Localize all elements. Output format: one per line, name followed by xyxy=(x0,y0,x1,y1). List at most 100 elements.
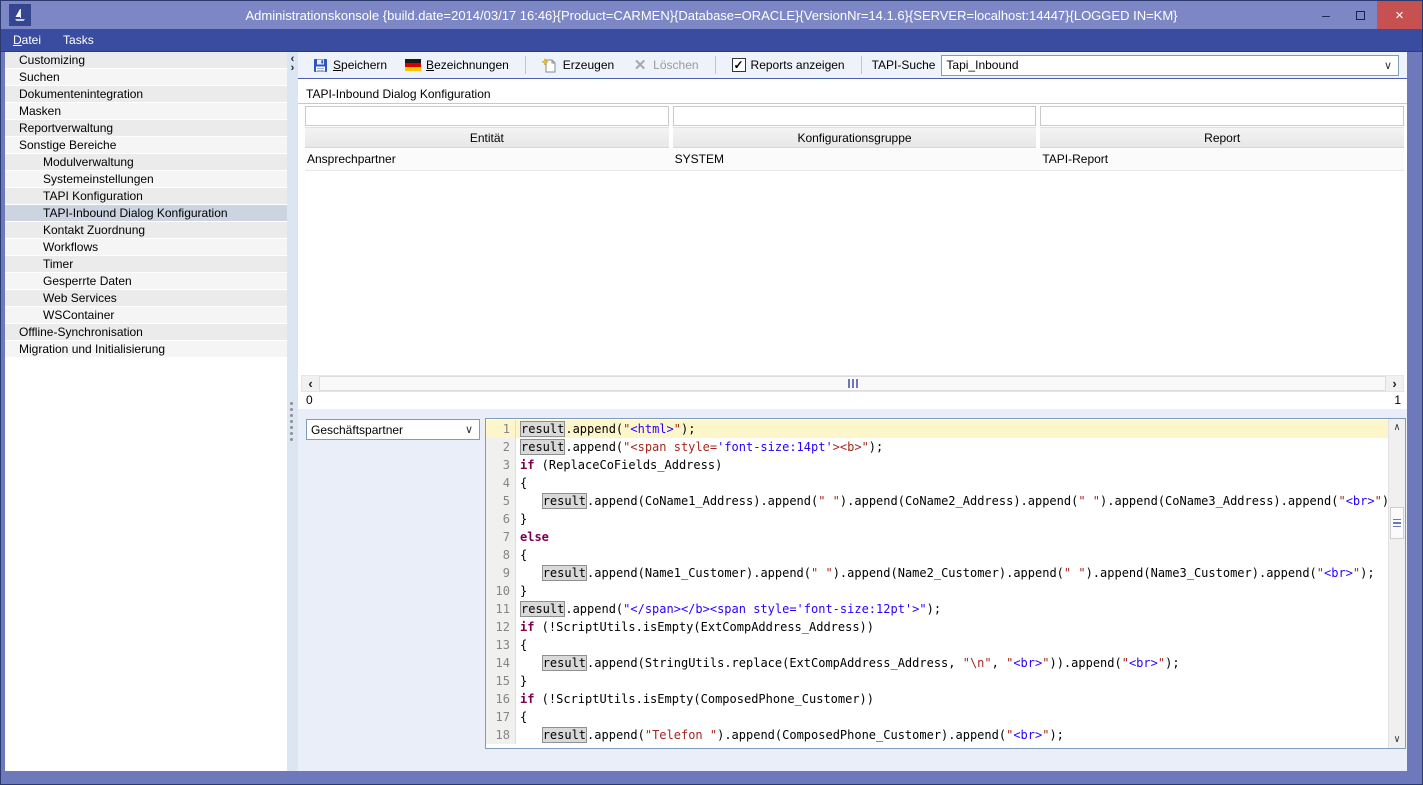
line-number: 14 xyxy=(486,654,516,672)
editor-line[interactable]: 16if (!ScriptUtils.isEmpty(ComposedPhone… xyxy=(486,690,1388,708)
delete-label: Löschen xyxy=(653,58,698,72)
sidebar-item[interactable]: Customizing xyxy=(5,52,287,69)
code-text: { xyxy=(516,546,527,564)
scrollbar-thumb[interactable] xyxy=(319,376,1386,391)
entity-combobox[interactable]: Geschäftspartner ∨ xyxy=(306,419,480,440)
code-text: result.append(Name1_Customer).append(" "… xyxy=(516,564,1375,582)
editor-line[interactable]: 6} xyxy=(486,510,1388,528)
editor-line[interactable]: 3if (ReplaceCoFields_Address) xyxy=(486,456,1388,474)
sidebar-item[interactable]: Masken xyxy=(5,103,287,120)
sidebar-item[interactable]: Workflows xyxy=(5,239,287,256)
scroll-left-icon[interactable]: ‹ xyxy=(302,376,319,391)
code-text: result.append(StringUtils.replace(ExtCom… xyxy=(516,654,1180,672)
maximize-button[interactable] xyxy=(1343,1,1377,29)
code-text: { xyxy=(516,474,527,492)
sidebar-item[interactable]: Migration und Initialisierung xyxy=(5,341,287,358)
close-button[interactable]: × xyxy=(1377,1,1422,29)
counter-left: 0 xyxy=(306,392,313,409)
menu-datei[interactable]: Datei xyxy=(13,33,41,47)
table-cell[interactable]: Ansprechpartner xyxy=(305,149,669,170)
column-header[interactable]: Entität xyxy=(305,127,669,148)
sidebar-item[interactable]: Modulverwaltung xyxy=(5,154,287,171)
content-panel: TAPI-Inbound Dialog Konfiguration Entitä… xyxy=(298,79,1407,771)
sidebar-item[interactable]: Timer xyxy=(5,256,287,273)
sidebar-item[interactable]: Gesperrte Daten xyxy=(5,273,287,290)
editor-line[interactable]: 1result.append("<html>"); xyxy=(486,420,1388,438)
sidebar-item[interactable]: Dokumentenintegration xyxy=(5,86,287,103)
save-button[interactable]: Speichern xyxy=(306,55,393,75)
code-text: { xyxy=(516,636,527,654)
tapi-search-combobox[interactable]: Tapi_Inbound ∨ xyxy=(941,55,1399,76)
editor-line[interactable]: 5 result.append(CoName1_Address).append(… xyxy=(486,492,1388,510)
sidebar-item[interactable]: TAPI Konfiguration xyxy=(5,188,287,205)
editor-vertical-scrollbar[interactable]: ∧ ∨ xyxy=(1388,419,1405,748)
menu-tasks[interactable]: Tasks xyxy=(63,33,94,47)
editor-line[interactable]: 10} xyxy=(486,582,1388,600)
heading-divider xyxy=(298,103,1407,104)
vertical-splitter[interactable]: ‹› xyxy=(287,52,298,771)
sidebar-item[interactable]: WSContainer xyxy=(5,307,287,324)
delete-button: ✕ Löschen xyxy=(626,55,704,75)
table-cell[interactable]: TAPI-Report xyxy=(1040,149,1404,170)
table-row[interactable]: AnsprechpartnerSYSTEMTAPI-Report xyxy=(305,149,1404,171)
sidebar-item[interactable]: Offline-Synchronisation xyxy=(5,324,287,341)
code-text: } xyxy=(516,582,527,600)
editor-line[interactable]: 7else xyxy=(486,528,1388,546)
editor-line[interactable]: 14 result.append(StringUtils.replace(Ext… xyxy=(486,654,1388,672)
editor-line[interactable]: 15} xyxy=(486,672,1388,690)
editor-line[interactable]: 11result.append("</span></b><span style=… xyxy=(486,600,1388,618)
scroll-up-icon[interactable]: ∧ xyxy=(1389,419,1405,436)
reports-checkbox[interactable]: ✓ xyxy=(732,58,746,72)
editor-line[interactable]: 8{ xyxy=(486,546,1388,564)
sidebar-item[interactable]: Kontakt Zuordnung xyxy=(5,222,287,239)
minimize-button[interactable]: – xyxy=(1309,1,1343,29)
chevron-down-icon[interactable]: ∨ xyxy=(459,423,479,436)
line-number: 18 xyxy=(486,726,516,744)
editor-line[interactable]: 18 result.append("Telefon ").append(Comp… xyxy=(486,726,1388,744)
editor-line[interactable]: 9 result.append(Name1_Customer).append("… xyxy=(486,564,1388,582)
panel-heading: TAPI-Inbound Dialog Konfiguration xyxy=(306,87,491,101)
editor-line[interactable]: 2result.append("<span style='font-size:1… xyxy=(486,438,1388,456)
code-text: result.append("<span style='font-size:14… xyxy=(516,438,883,456)
create-button[interactable]: Erzeugen xyxy=(536,55,620,75)
scrollbar-thumb[interactable] xyxy=(1390,507,1404,539)
column-header[interactable]: Report xyxy=(1040,127,1404,148)
scroll-down-icon[interactable]: ∨ xyxy=(1389,731,1405,748)
titlebar: Administrationskonsole {build.date=2014/… xyxy=(1,1,1422,29)
editor-line[interactable]: 4{ xyxy=(486,474,1388,492)
splitter-grip-icon[interactable] xyxy=(290,399,293,444)
sidebar-item[interactable]: TAPI-Inbound Dialog Konfiguration xyxy=(5,205,287,222)
sidebar-item[interactable]: Systemeinstellungen xyxy=(5,171,287,188)
column-filter-input[interactable] xyxy=(673,106,1037,126)
column-header[interactable]: Konfigurationsgruppe xyxy=(673,127,1037,148)
sidebar-item[interactable]: Sonstige Bereiche xyxy=(5,137,287,154)
create-label: Erzeugen xyxy=(563,58,614,72)
table-cell[interactable]: SYSTEM xyxy=(673,149,1037,170)
floppy-icon xyxy=(312,57,328,73)
bottom-panel: Geschäftspartner ∨ 1result.append("<html… xyxy=(298,409,1407,771)
line-number: 13 xyxy=(486,636,516,654)
sidebar-collapse-icon[interactable]: ‹› xyxy=(288,55,297,73)
line-number: 2 xyxy=(486,438,516,456)
line-number: 5 xyxy=(486,492,516,510)
line-number: 8 xyxy=(486,546,516,564)
column-filter-input[interactable] xyxy=(305,106,669,126)
reports-toggle[interactable]: ✓ Reports anzeigen xyxy=(726,56,851,74)
editor-line[interactable]: 13{ xyxy=(486,636,1388,654)
editor-line[interactable]: 12if (!ScriptUtils.isEmpty(ExtCompAddres… xyxy=(486,618,1388,636)
sidebar-item[interactable]: Suchen xyxy=(5,69,287,86)
code-editor[interactable]: 1result.append("<html>");2result.append(… xyxy=(485,418,1406,749)
sidebar-item[interactable]: Web Services xyxy=(5,290,287,307)
sidebar-item[interactable]: Reportverwaltung xyxy=(5,120,287,137)
labels-button[interactable]: Bezeichnungen xyxy=(399,55,515,75)
client-area: CustomizingSuchenDokumentenintegrationMa… xyxy=(5,52,1407,771)
horizontal-scrollbar[interactable]: ‹ › xyxy=(301,375,1404,392)
tapi-search-value: Tapi_Inbound xyxy=(946,58,1018,72)
editor-line[interactable]: 17{ xyxy=(486,708,1388,726)
column-filter-input[interactable] xyxy=(1040,106,1404,126)
code-text: } xyxy=(516,672,527,690)
editor-lines[interactable]: 1result.append("<html>");2result.append(… xyxy=(486,420,1388,748)
scroll-right-icon[interactable]: › xyxy=(1386,376,1403,391)
chevron-down-icon[interactable]: ∨ xyxy=(1378,59,1398,72)
code-text: else xyxy=(516,528,549,546)
